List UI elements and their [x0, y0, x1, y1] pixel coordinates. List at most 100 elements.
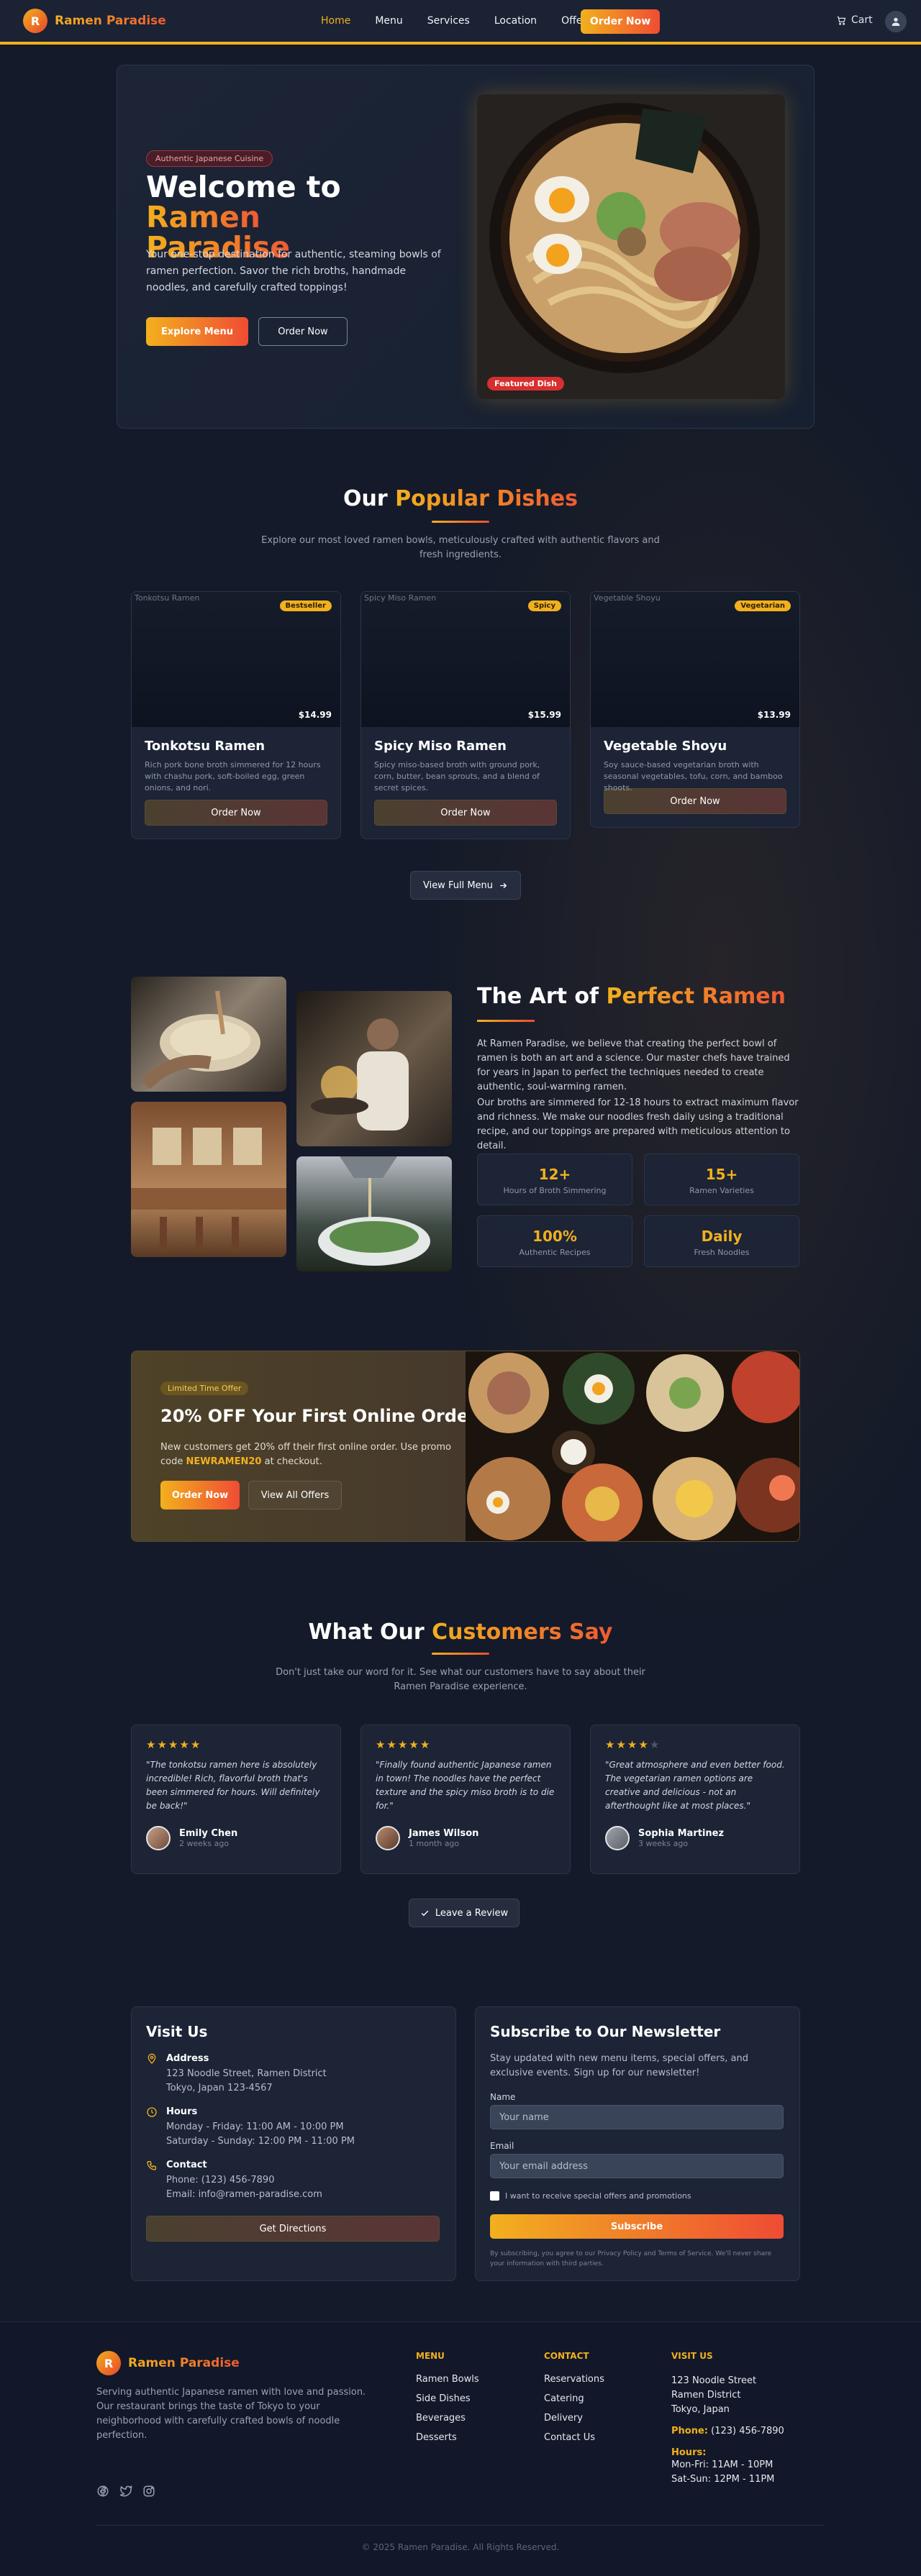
- reviewer: Emily Chen 2 weeks ago: [146, 1826, 326, 1850]
- stat-label: Hours of Broth Simmering: [503, 1186, 607, 1195]
- promo-order-button[interactable]: Order Now: [160, 1481, 240, 1509]
- star-icon: ★: [376, 1738, 387, 1751]
- brand[interactable]: R Ramen Paradise: [23, 9, 166, 33]
- cart-label: Cart: [851, 14, 873, 26]
- dish-tag: Bestseller: [279, 600, 332, 611]
- promo-ramen-image: [466, 1351, 799, 1541]
- subscribe-button[interactable]: Subscribe: [490, 2214, 784, 2239]
- address-line-1: 123 Noodle Street, Ramen District: [166, 2068, 327, 2079]
- footer: R Ramen Paradise Serving authentic Japan…: [0, 2321, 921, 2576]
- promo-badge: Limited Time Offer: [160, 1381, 249, 1395]
- name-input[interactable]: [490, 2105, 784, 2129]
- footer-contact-column: CONTACT Reservations Catering Delivery C…: [544, 2351, 604, 2452]
- dish-price: $13.99: [757, 710, 791, 720]
- testimonials-underline: [432, 1653, 489, 1655]
- dish-body: Spicy Miso Ramen Spicy miso-based broth …: [361, 727, 570, 839]
- instagram-icon[interactable]: [142, 2485, 155, 2498]
- promo-code: NEWRAMEN20: [186, 1456, 262, 1467]
- restaurant-interior-photo: [131, 1102, 286, 1257]
- address-label: Address: [166, 2053, 209, 2064]
- stat-value: Daily: [701, 1228, 743, 1245]
- footer-link-delivery[interactable]: Delivery: [544, 2413, 604, 2424]
- stat-card: 12+ Hours of Broth Simmering: [477, 1154, 632, 1205]
- stat-card: 100% Authentic Recipes: [477, 1215, 632, 1267]
- phone-icon: [147, 2161, 156, 2170]
- dish-tag: Spicy: [527, 600, 561, 611]
- art-title-highlight: Perfect Ramen: [606, 984, 786, 1009]
- view-full-menu-button[interactable]: View Full Menu: [410, 871, 521, 900]
- star-icon: ★: [638, 1738, 650, 1751]
- review-time: 1 month ago: [409, 1839, 460, 1848]
- nav-link-location[interactable]: Location: [494, 15, 537, 27]
- review-card: ★★★★★ "The tonkotsu ramen here is absolu…: [131, 1725, 341, 1874]
- view-menu-label: View Full Menu: [422, 880, 494, 891]
- review-quote: "Finally found authentic Japanese ramen …: [376, 1760, 555, 1811]
- offers-checkbox-label: I want to receive special offers and pro…: [505, 2191, 691, 2201]
- reviewer-name: Emily Chen: [179, 1828, 238, 1839]
- dish-card: Spicy Miso Ramen Spicy $15.99 Spicy Miso…: [360, 591, 571, 839]
- dish-image: Tonkotsu Ramen Bestseller $14.99: [132, 592, 340, 727]
- offers-checkbox[interactable]: [490, 2191, 499, 2201]
- newsletter-title: Subscribe to Our Newsletter: [490, 2023, 721, 2040]
- leave-review-button[interactable]: Leave a Review: [409, 1899, 520, 1927]
- visit-us-panel: Visit Us Address 123 Noodle Street, Rame…: [131, 2006, 456, 2281]
- dish-image-alt: Spicy Miso Ramen: [364, 593, 437, 603]
- footer-link-beverages[interactable]: Beverages: [416, 2413, 479, 2424]
- star-icon: ★: [146, 1738, 158, 1751]
- avatar: [146, 1826, 171, 1850]
- footer-link-reservations[interactable]: Reservations: [544, 2374, 604, 2385]
- testimonials-title-highlight: Customers Say: [432, 1620, 613, 1645]
- footer-brand[interactable]: R Ramen Paradise: [96, 2351, 240, 2375]
- broth-illustration: [318, 1156, 430, 1266]
- footer-contact-heading: CONTACT: [544, 2351, 589, 2361]
- twitter-icon[interactable]: [119, 2485, 132, 2498]
- footer-link-ramen-bowls[interactable]: Ramen Bowls: [416, 2374, 479, 2385]
- popular-title: Our Popular Dishes: [0, 486, 921, 511]
- nav-order-button[interactable]: Order Now: [581, 9, 660, 34]
- testimonials-title-plain: What Our: [308, 1620, 425, 1645]
- logo-icon: R: [96, 2351, 121, 2375]
- page: R Ramen Paradise Home Menu Services Loca…: [0, 0, 921, 2576]
- explore-menu-button[interactable]: Explore Menu: [146, 317, 248, 346]
- hero-title-prefix: Welcome to: [146, 170, 341, 204]
- dish-price: $15.99: [527, 710, 561, 720]
- email-label: Email: [490, 2141, 514, 2151]
- stat-label: Authentic Recipes: [519, 1248, 591, 1257]
- stat-card: Daily Fresh Noodles: [644, 1215, 799, 1267]
- dish-order-button[interactable]: Order Now: [145, 800, 327, 826]
- contact-email: Email: info@ramen-paradise.com: [166, 2189, 322, 2200]
- star-icon: ★: [397, 1738, 409, 1751]
- footer-link-side-dishes[interactable]: Side Dishes: [416, 2393, 479, 2404]
- art-title-plain: The Art of: [477, 984, 599, 1009]
- reviewer: James Wilson 1 month ago: [376, 1826, 555, 1850]
- reviewer-name: James Wilson: [409, 1828, 479, 1839]
- cart-link[interactable]: Cart: [836, 14, 873, 26]
- newsletter-panel: Subscribe to Our Newsletter Stay updated…: [475, 2006, 800, 2281]
- footer-hours-line-1: Mon-Fri: 11AM - 10PM: [671, 2459, 773, 2470]
- review-time: 3 weeks ago: [638, 1839, 689, 1848]
- footer-link-contact-us[interactable]: Contact Us: [544, 2432, 604, 2443]
- newsletter-fineprint: By subscribing, you agree to our Privacy…: [490, 2250, 772, 2267]
- email-input[interactable]: [490, 2154, 784, 2178]
- noodle-bowl-photo: [131, 977, 286, 1092]
- footer-link-catering[interactable]: Catering: [544, 2393, 604, 2404]
- reviewer-name: Sophia Martinez: [638, 1828, 725, 1839]
- view-all-offers-button[interactable]: View All Offers: [248, 1481, 342, 1509]
- dish-price: $14.99: [298, 710, 332, 720]
- facebook-icon[interactable]: [96, 2485, 109, 2498]
- hero-order-button[interactable]: Order Now: [258, 317, 348, 346]
- popular-subtitle: Explore our most loved ramen bowls, meti…: [261, 535, 660, 560]
- footer-link-desserts[interactable]: Desserts: [416, 2432, 479, 2443]
- star-rating: ★★★★★: [146, 1738, 326, 1751]
- popular-title-highlight: Popular Dishes: [395, 486, 578, 511]
- footer-visit-column: VISIT US 123 Noodle Street Ramen Distric…: [671, 2351, 784, 2487]
- user-button[interactable]: [885, 11, 907, 32]
- footer-visit-line-2: Ramen District: [671, 2390, 741, 2401]
- nav-link-home[interactable]: Home: [321, 15, 350, 27]
- get-directions-button[interactable]: Get Directions: [146, 2216, 440, 2242]
- footer-visit-heading: VISIT US: [671, 2351, 713, 2361]
- dish-order-button[interactable]: Order Now: [374, 800, 557, 826]
- nav-link-services[interactable]: Services: [427, 15, 470, 27]
- footer-visit-line-3: Tokyo, Japan: [671, 2404, 730, 2415]
- nav-link-menu[interactable]: Menu: [375, 15, 402, 27]
